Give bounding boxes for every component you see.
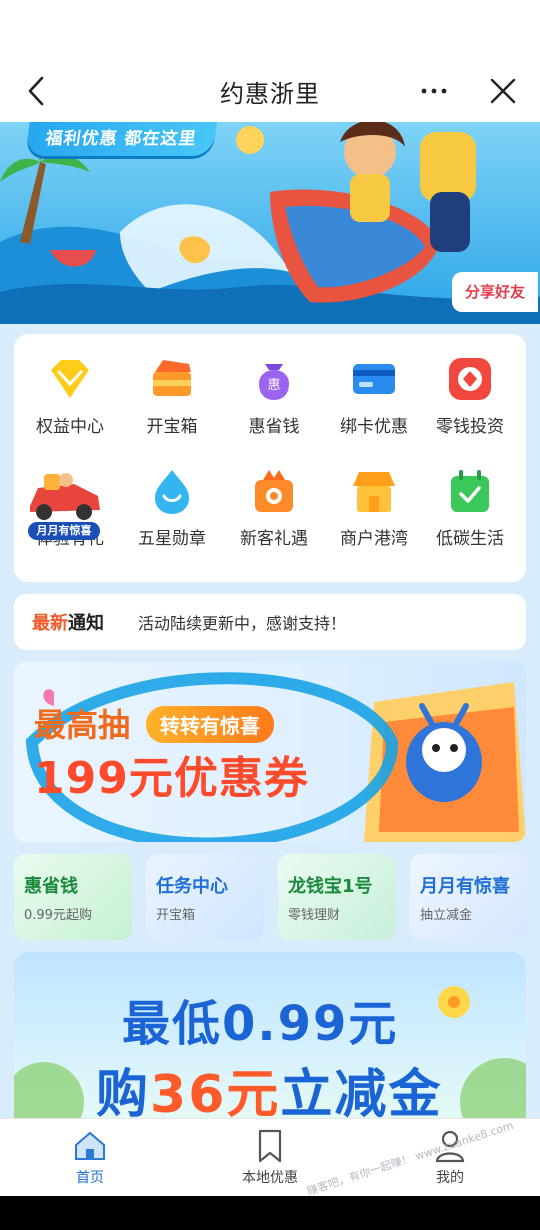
page-title: 约惠浙里 bbox=[220, 79, 320, 108]
menu-item-card-offer[interactable]: 绑卡优惠 bbox=[324, 334, 424, 446]
notice-tag-notice: 通知 bbox=[68, 613, 104, 634]
merchant-store-icon bbox=[353, 472, 395, 512]
system-navigation-bar bbox=[0, 1196, 540, 1230]
menu-item-label: 五星勋章 bbox=[138, 529, 206, 549]
money-bag-icon: 惠 bbox=[259, 364, 289, 400]
close-icon[interactable] bbox=[488, 76, 518, 106]
page-content: 福利优惠 都在这里 分享好友 权益中心 开宝箱 惠 惠省钱 绑卡优惠 零钱投资 … bbox=[0, 122, 540, 1118]
mini-card-title: 惠省钱 bbox=[24, 876, 78, 897]
lottery-promo-banner[interactable]: 最高抽 转转有惊喜 199元优惠券 bbox=[14, 662, 526, 842]
coin-icon bbox=[449, 358, 491, 400]
medal-icon bbox=[155, 470, 189, 514]
menu-item-label: 绑卡优惠 bbox=[340, 417, 408, 437]
banner-line2-post: 立减金 bbox=[280, 1065, 443, 1118]
menu-item-label: 商户港湾 bbox=[340, 529, 408, 549]
menu-item-new-customer[interactable]: 新客礼遇 bbox=[224, 446, 324, 558]
feature-menu: 权益中心 开宝箱 惠 惠省钱 绑卡优惠 零钱投资 五星勋章 新客礼遇 商户港湾 … bbox=[14, 334, 526, 582]
mini-card-monthly-surprise[interactable]: 月月有惊喜 抽立减金 bbox=[410, 854, 528, 940]
notice-tag-new: 最新 bbox=[32, 613, 68, 634]
mini-card-dragon-bao[interactable]: 龙钱宝1号 零钱理财 bbox=[278, 854, 396, 940]
menu-item-label: 惠省钱 bbox=[248, 417, 300, 437]
banner-line1: 最低0.99元 bbox=[122, 996, 399, 1052]
menu-item-invest[interactable]: 零钱投资 bbox=[420, 334, 520, 446]
back-arrow-icon[interactable] bbox=[22, 74, 52, 108]
banner-line2-pre: 购 bbox=[96, 1065, 151, 1118]
menu-item-save-money[interactable]: 惠 惠省钱 bbox=[224, 334, 324, 446]
mini-card-title: 任务中心 bbox=[156, 876, 228, 897]
menu-item-label: 零钱投资 bbox=[436, 417, 504, 437]
menu-item-low-carbon[interactable]: 低碳生活 bbox=[420, 446, 520, 558]
float-label: 月月有惊喜 bbox=[28, 522, 100, 540]
menu-item-medal[interactable]: 五星勋章 bbox=[122, 446, 222, 558]
menu-item-merchant[interactable]: 商户港湾 bbox=[324, 446, 424, 558]
notice-tag: 最新通知 bbox=[32, 609, 104, 635]
more-options-icon[interactable] bbox=[416, 76, 452, 106]
mini-card-title: 龙钱宝1号 bbox=[288, 876, 373, 897]
hero-tag: 福利优惠 都在这里 bbox=[25, 122, 218, 156]
promo-pill: 转转有惊喜 bbox=[146, 706, 274, 743]
mini-card-subtitle: 0.99元起购 bbox=[24, 908, 92, 923]
bookmark-icon bbox=[258, 1129, 282, 1163]
tab-label: 首页 bbox=[76, 1170, 104, 1186]
menu-item-benefits[interactable]: 权益中心 bbox=[20, 334, 120, 446]
menu-item-label: 权益中心 bbox=[36, 417, 104, 437]
menu-item-treasure[interactable]: 开宝箱 bbox=[122, 334, 222, 446]
mini-card-subtitle: 抽立减金 bbox=[420, 908, 473, 923]
tab-home[interactable]: 首页 bbox=[0, 1119, 180, 1197]
menu-item-label: 开宝箱 bbox=[146, 417, 198, 437]
mini-card-task-center[interactable]: 任务中心 开宝箱 bbox=[146, 854, 264, 940]
nav-bar: 约惠浙里 bbox=[0, 60, 540, 122]
share-friends-button[interactable]: 分享好友 bbox=[452, 272, 538, 312]
mini-card-subtitle: 零钱理财 bbox=[288, 908, 341, 923]
diamond-icon bbox=[51, 360, 89, 398]
eco-calendar-icon bbox=[451, 470, 489, 512]
banner-line2-amount: 36元 bbox=[150, 1065, 281, 1118]
monthly-surprise-float[interactable]: 月月有惊喜 bbox=[24, 466, 106, 544]
home-icon bbox=[75, 1131, 105, 1160]
new-customer-gift-icon bbox=[255, 470, 293, 512]
promo-line1: 最高抽 bbox=[34, 706, 131, 744]
status-bar bbox=[0, 0, 540, 60]
menu-item-label: 低碳生活 bbox=[436, 529, 504, 549]
treasure-box-icon bbox=[153, 360, 191, 396]
mini-card-title: 月月有惊喜 bbox=[420, 876, 510, 897]
bottom-tab-bar: 首页 本地优惠 我的 bbox=[0, 1118, 540, 1197]
svg-text:惠: 惠 bbox=[267, 378, 280, 393]
hero-banner[interactable]: 福利优惠 都在这里 分享好友 bbox=[0, 122, 540, 324]
mini-card-save-money[interactable]: 惠省钱 0.99元起购 bbox=[14, 854, 132, 940]
discount-banner[interactable]: 最低0.99元 购36元立减金 bbox=[14, 952, 526, 1118]
menu-item-label: 新客礼遇 bbox=[240, 529, 308, 549]
latest-notice[interactable]: 最新通知 活动陆续更新中，感谢支持！ bbox=[14, 594, 526, 650]
notice-message: 活动陆续更新中，感谢支持！ bbox=[138, 614, 347, 633]
mini-card-subtitle: 开宝箱 bbox=[156, 908, 196, 923]
banner-line2: 购36元立减金 bbox=[96, 1052, 442, 1118]
gift-car-icon bbox=[30, 473, 100, 520]
promo-line2: 199元优惠券 bbox=[34, 753, 309, 804]
bank-card-icon bbox=[353, 364, 395, 394]
